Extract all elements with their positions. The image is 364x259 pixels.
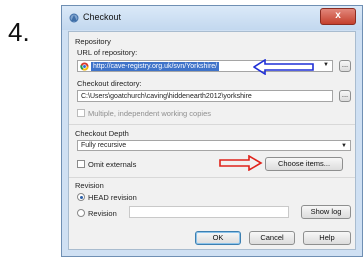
chrome-icon — [80, 62, 89, 71]
omit-externals-checkbox[interactable] — [77, 160, 85, 168]
revision-input[interactable] — [129, 206, 289, 218]
url-label: URL of repository: — [77, 48, 138, 57]
chevron-down-icon: ▼ — [341, 143, 347, 149]
radio-selected-dot — [80, 196, 83, 199]
checkout-directory-browse-button[interactable]: ... — [339, 90, 351, 102]
ok-button[interactable]: OK — [195, 231, 241, 245]
repository-group-label: Repository — [75, 37, 111, 46]
omit-externals-label: Omit externals — [88, 160, 137, 169]
help-button[interactable]: Help — [303, 231, 351, 245]
close-button[interactable]: x — [320, 8, 356, 25]
cancel-button[interactable]: Cancel — [249, 231, 295, 245]
revision-group-label: Revision — [75, 181, 104, 190]
step-number: 4. — [8, 17, 30, 47]
url-input-text: http://cave-registry.org.uk/svn/Yorkshir… — [91, 62, 220, 71]
revision-label: Revision — [88, 209, 117, 218]
tortoisesvn-icon — [69, 13, 79, 23]
multiple-working-copies-checkbox[interactable] — [77, 109, 85, 117]
head-revision-label: HEAD revision — [88, 193, 137, 202]
divider — [69, 177, 355, 178]
show-log-button[interactable]: Show log — [301, 205, 351, 219]
url-browse-button[interactable]: ... — [339, 60, 351, 72]
checkout-directory-label: Checkout directory: — [77, 79, 142, 88]
multiple-working-copies-label: Multiple, independent working copies — [88, 109, 211, 118]
red-annotation-arrow — [219, 155, 263, 171]
head-revision-radio[interactable] — [77, 193, 85, 201]
chevron-down-icon: ▼ — [323, 62, 329, 68]
checkout-depth-group-label: Checkout Depth — [75, 129, 129, 138]
checkout-depth-value: Fully recursive — [81, 142, 127, 149]
blue-annotation-arrow — [253, 59, 314, 75]
title-bar: Checkout x — [62, 6, 362, 30]
divider — [69, 124, 355, 125]
checkout-dialog: Checkout x Repository URL of repository:… — [61, 5, 363, 257]
dialog-body: Repository URL of repository: http://cav… — [68, 31, 356, 250]
choose-items-button[interactable]: Choose items... — [265, 157, 343, 171]
window-title: Checkout — [83, 12, 122, 22]
revision-radio[interactable] — [77, 209, 85, 217]
checkout-depth-select[interactable]: Fully recursive ▼ — [77, 140, 351, 151]
close-icon: x — [335, 10, 341, 21]
checkout-directory-input[interactable]: C:\Users\goatchurch\caving\hiddenearth20… — [77, 90, 333, 102]
